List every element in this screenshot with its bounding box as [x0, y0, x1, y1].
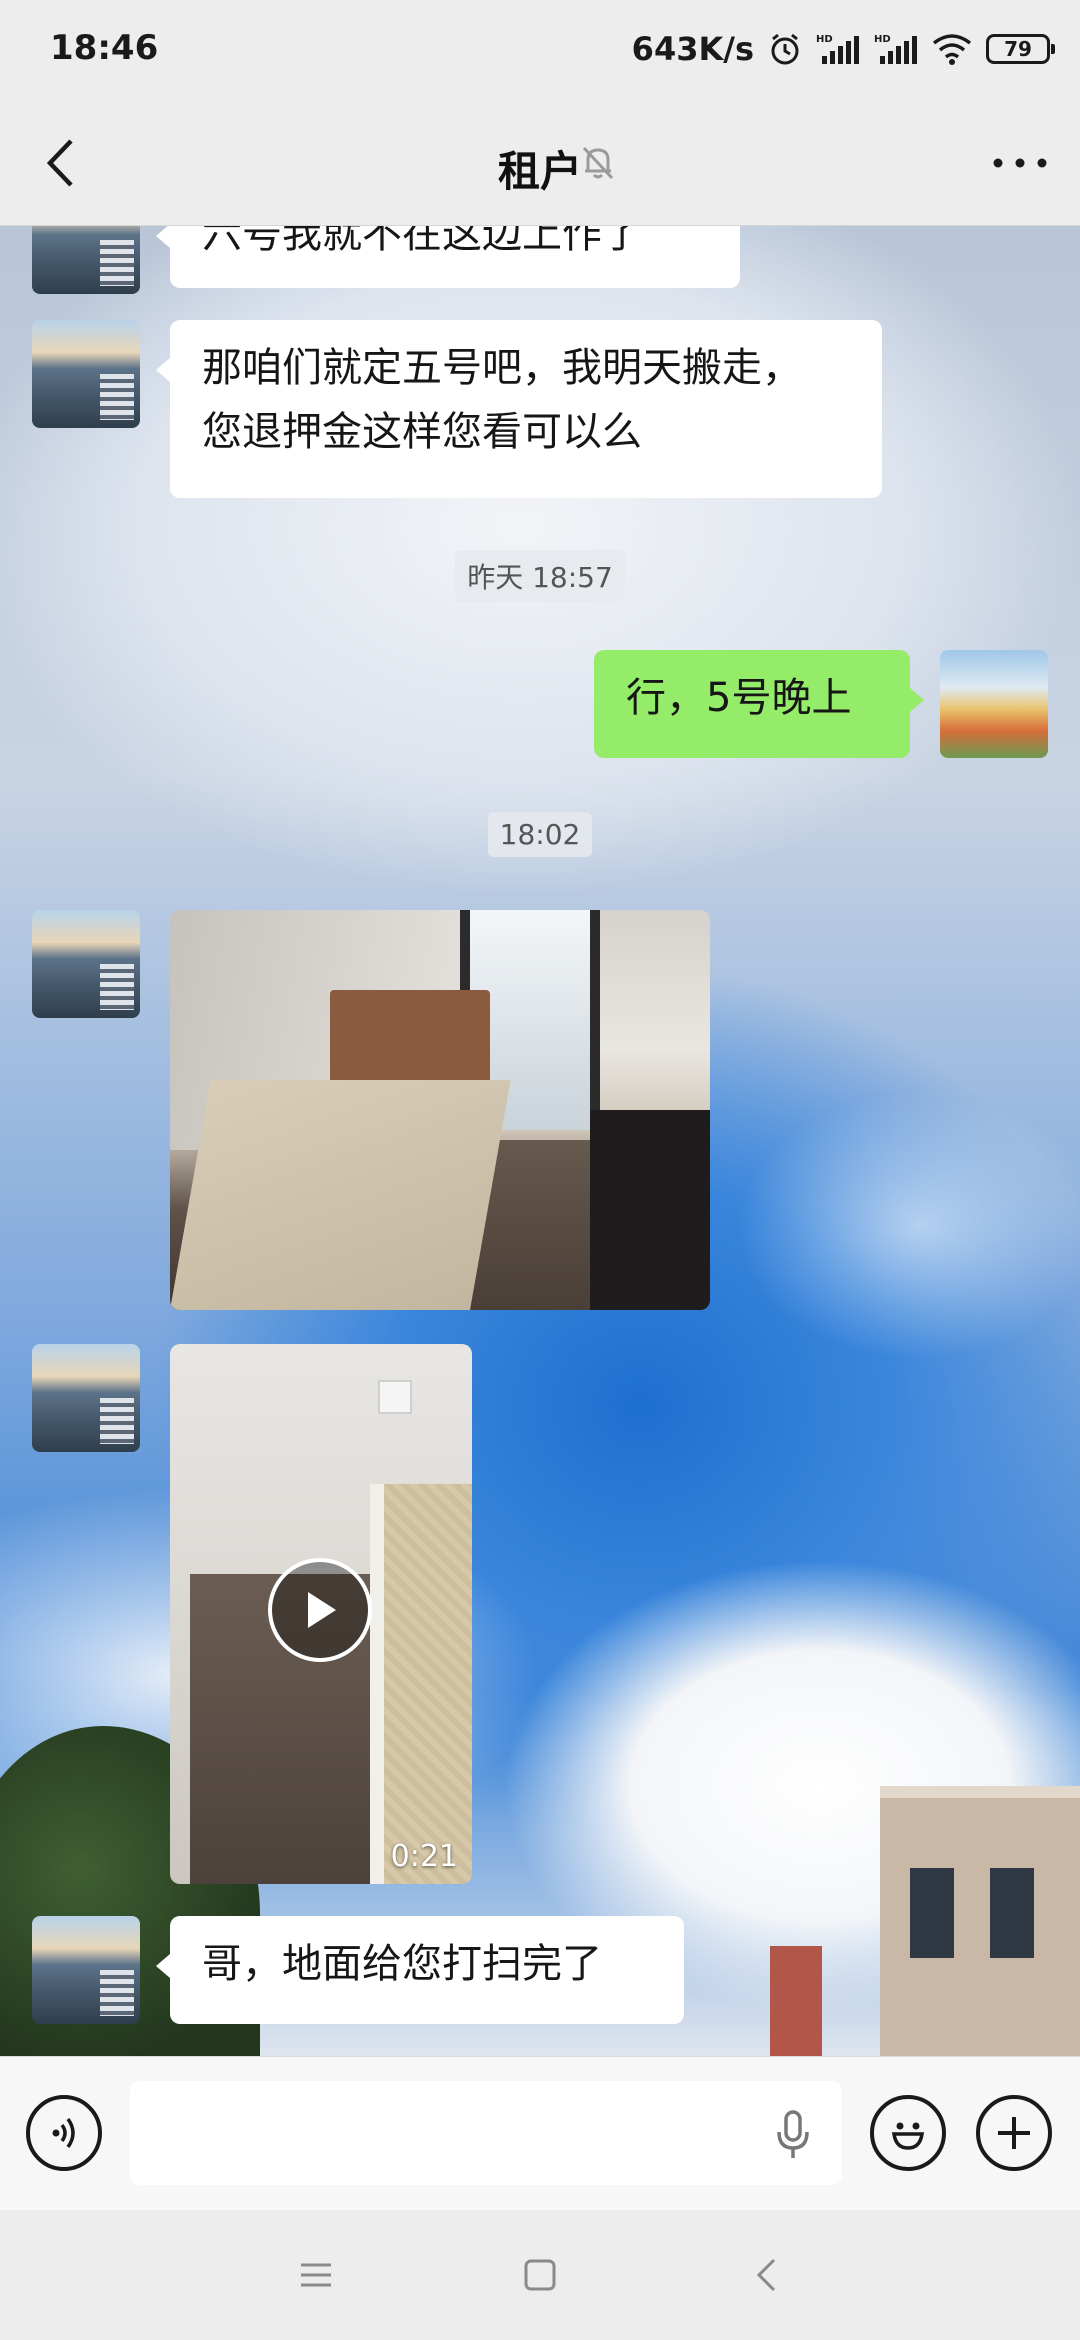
message-input[interactable]: [130, 2081, 842, 2185]
video-duration: 0:21: [390, 1839, 458, 1874]
status-time: 18:46: [50, 28, 159, 68]
plus-button[interactable]: [976, 2095, 1052, 2171]
network-speed: 643K/s: [631, 30, 754, 68]
status-icons: 643K/s HD HD 79: [631, 26, 1055, 72]
battery-icon: 79: [986, 34, 1055, 64]
nav-home-button[interactable]: [510, 2250, 570, 2300]
signal-hd-icon: HD: [874, 32, 918, 66]
message-text-line: 那咱们就定五号吧，我明天搬走，: [202, 345, 802, 391]
avatar[interactable]: [32, 1916, 140, 2024]
message-text: 六号我就不在这边上作了: [202, 226, 642, 257]
alarm-icon: [768, 32, 802, 66]
message-bubble-self[interactable]: 行，5号晚上: [594, 650, 924, 758]
mute-bell-icon: [578, 142, 618, 186]
avatar[interactable]: [32, 1344, 140, 1452]
status-bar: 18:46 643K/s HD HD 79: [0, 0, 1080, 100]
chat-title: 租户: [497, 147, 582, 196]
input-bar: [0, 2056, 1080, 2210]
timestamp: 昨天 18:57: [0, 550, 1080, 602]
message-bubble[interactable]: 哥，地面给您打扫完了: [156, 1916, 684, 2024]
chat-message-list[interactable]: 六号我就不在这边上作了 那咱们就定五号吧，我明天搬走， 您退押金这样您看可以么 …: [0, 226, 1080, 2056]
back-triangle-icon: [756, 2258, 776, 2292]
home-square-icon: [524, 2259, 556, 2291]
more-icon: [993, 158, 1047, 168]
microphone-button[interactable]: [768, 2107, 818, 2163]
play-button[interactable]: [268, 1558, 372, 1662]
voice-icon: [52, 2117, 75, 2149]
message-text: 哥，地面给您打扫完了: [202, 1941, 602, 1987]
chat-header: 租户: [0, 100, 1080, 226]
system-nav-bar: [0, 2210, 1080, 2340]
signal-hd-icon: HD: [816, 32, 860, 66]
message-bubble[interactable]: 六号我就不在这边上作了: [156, 226, 740, 288]
avatar-self[interactable]: [940, 650, 1048, 758]
emoji-button[interactable]: [870, 2095, 946, 2171]
message-bubble[interactable]: 那咱们就定五号吧，我明天搬走， 您退押金这样您看可以么: [156, 320, 882, 498]
avatar[interactable]: [32, 320, 140, 428]
avatar[interactable]: [32, 910, 140, 1018]
nav-back-button[interactable]: [736, 2250, 796, 2300]
voice-button[interactable]: [26, 2095, 102, 2171]
background-building: [880, 1786, 1080, 2056]
play-icon: [308, 1592, 336, 1628]
menu-icon: [301, 2263, 331, 2287]
more-button[interactable]: [990, 140, 1050, 186]
emoji-icon: [891, 2122, 925, 2150]
nav-menu-button[interactable]: [286, 2250, 346, 2300]
video-message[interactable]: 0:21: [170, 1344, 472, 1884]
avatar[interactable]: [32, 226, 140, 294]
svg-text:HD: HD: [874, 34, 891, 45]
svg-text:HD: HD: [816, 34, 833, 45]
wifi-icon: [932, 33, 972, 65]
timestamp: 18:02: [0, 812, 1080, 857]
background-sign: [770, 1946, 822, 2056]
plus-icon: [998, 2117, 1030, 2149]
message-text: 行，5号晚上: [626, 675, 852, 721]
message-text-line: 您退押金这样您看可以么: [202, 409, 642, 455]
image-message[interactable]: [170, 910, 710, 1310]
microphone-icon: [777, 2110, 809, 2158]
